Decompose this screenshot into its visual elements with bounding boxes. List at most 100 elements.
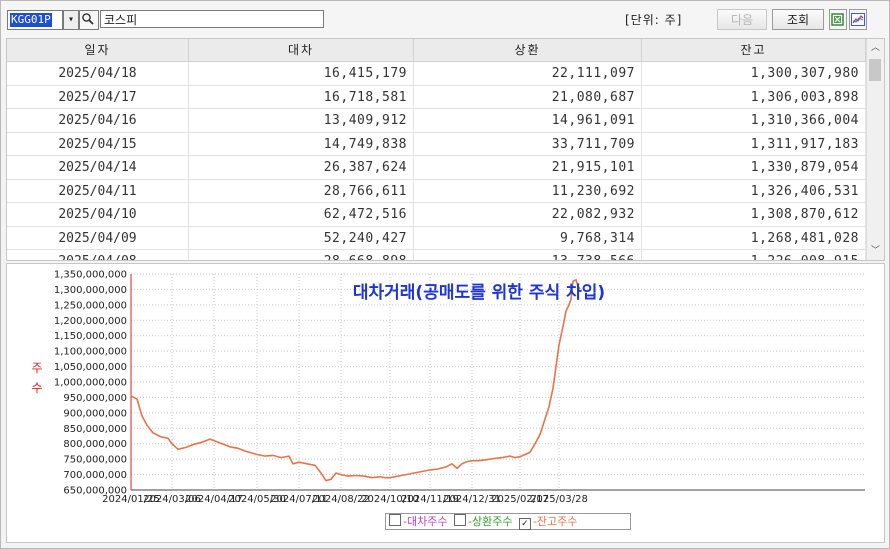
cell-balance: 1,300,307,980	[642, 62, 866, 85]
cell-date: 2025/04/15	[7, 132, 189, 155]
table-row[interactable]: 2025/04/17 16,718,581 21,080,687 1,306,003,…	[7, 85, 884, 109]
legend-checkbox-repayment[interactable]	[453, 514, 466, 526]
table-row[interactable]: 2025/04/10 62,472,516 22,082,932 1,308,870,…	[7, 203, 884, 227]
next-button[interactable]: 다음	[717, 9, 767, 30]
y-tick-label: 1,200,000,000	[54, 316, 127, 327]
chart-icon	[851, 13, 865, 26]
legend-checkbox-balance[interactable]: ✓	[518, 518, 531, 530]
cell-date: 2025/04/14	[7, 156, 189, 179]
legend-item-balance[interactable]: ✓ -잔고주수	[518, 515, 578, 530]
y-tick-label: 1,350,000,000	[54, 270, 127, 281]
y-axis-label-char: 주	[31, 361, 42, 375]
cell-lending: 16,718,581	[189, 85, 414, 108]
cell-date: 2025/04/17	[7, 85, 189, 108]
cell-date: 2025/04/08	[7, 250, 189, 260]
series-line-balance	[130, 278, 581, 482]
table-row[interactable]: 2025/04/16 13,409,912 14,961,091 1,310,366,…	[7, 109, 884, 133]
cell-repayment: 22,082,932	[414, 203, 642, 226]
chart-legend: -대차주수 -상환주수 ✓ -잔고주수	[385, 513, 631, 530]
scroll-down-icon[interactable]: ﹀	[867, 242, 884, 260]
cell-lending: 26,387,624	[189, 156, 414, 179]
table-body: 2025/04/18 16,415,179 22,111,097 1,300,307,…	[7, 62, 884, 260]
stock-name-field[interactable]: 코스피	[100, 10, 324, 28]
balance-line-chart: 1,350,000,000 1,300,000,000 1,250,000,000 1…	[31, 270, 865, 505]
y-tick-label: 950,000,000	[63, 393, 127, 404]
excel-icon	[831, 13, 844, 26]
table-row-partial[interactable]: 2025/04/0828,668,89813,738,5661,226,008,…	[7, 250, 884, 260]
cell-date: 2025/04/16	[7, 109, 189, 132]
cell-balance: 1,306,003,898	[642, 85, 866, 108]
cell-repayment: 33,711,709	[414, 132, 642, 155]
scroll-thumb[interactable]	[869, 59, 881, 81]
legend-checkbox-lending[interactable]	[389, 514, 401, 526]
y-tick-label: 700,000,000	[63, 470, 127, 481]
cell-lending: 13,409,912	[189, 109, 414, 132]
scroll-up-icon[interactable]: ︿	[867, 39, 884, 57]
cell-repayment: 21,080,687	[414, 85, 642, 108]
y-tick-label: 900,000,000	[63, 408, 127, 419]
cell-lending: 52,240,427	[189, 226, 414, 249]
cell-date: 2025/04/10	[7, 203, 189, 226]
query-button[interactable]: 조회	[772, 9, 824, 30]
y-tick-label: 1,150,000,000	[54, 331, 127, 342]
chart-toggle-button[interactable]	[849, 9, 867, 30]
cell-date: 2025/04/11	[7, 179, 189, 202]
cell-lending: 28,668,898	[189, 250, 414, 260]
legend-label-balance: 잔고주수	[536, 515, 578, 528]
y-tick-label: 1,100,000,000	[54, 347, 127, 358]
cell-balance: 1,226,008,915	[642, 250, 866, 260]
cell-repayment: 11,230,692	[414, 179, 642, 202]
cell-lending: 28,766,611	[189, 179, 414, 202]
search-button[interactable]	[79, 10, 99, 30]
table-row[interactable]: 2025/04/14 26,387,624 21,915,101 1,330,879,…	[7, 156, 884, 180]
cell-date: 2025/04/18	[7, 62, 189, 85]
table-row[interactable]: 2025/04/09 52,240,427 9,768,314 1,268,481,0…	[7, 226, 884, 250]
table-header: 일자 대차 상환 잔고	[7, 39, 884, 62]
cell-balance: 1,310,366,004	[642, 109, 866, 132]
y-tick-label: 1,000,000,000	[54, 378, 127, 389]
cell-repayment: 9,768,314	[414, 226, 642, 249]
cell-balance: 1,326,406,531	[642, 179, 866, 202]
cell-lending: 14,749,838	[189, 132, 414, 155]
legend-label-repayment: 상환주수	[471, 515, 513, 528]
table-row[interactable]: 2025/04/11 28,766,611 11,230,692 1,326,406,…	[7, 179, 884, 203]
table-row[interactable]: 2025/04/18 16,415,179 22,111,097 1,300,307,…	[7, 62, 884, 86]
cell-balance: 1,330,879,054	[642, 156, 866, 179]
cell-balance: 1,308,870,612	[642, 203, 866, 226]
cell-repayment: 14,961,091	[414, 109, 642, 132]
table-row[interactable]: 2025/04/15 14,749,838 33,711,709 1,311,917,…	[7, 132, 884, 156]
x-tick-label: 2025/03/28	[530, 494, 588, 505]
header-lending[interactable]: 대차	[189, 39, 414, 61]
cell-date: 2025/04/09	[7, 226, 189, 249]
y-tick-label: 1,250,000,000	[54, 300, 127, 311]
lending-data-table: 일자 대차 상환 잔고 2025/04/18 16,415,179 22,111,0…	[6, 38, 885, 261]
legend-item-repayment[interactable]: -상환주수	[453, 514, 516, 528]
app-window: KGG01P ▾ 코스피 [단위: 주] 다음 조회 일자 대차 상환 잔고 2…	[0, 0, 890, 549]
unit-label: [단위: 주]	[625, 13, 683, 27]
y-tick-label: 800,000,000	[63, 439, 127, 450]
chart-panel: 1,350,000,000 1,300,000,000 1,250,000,000 1…	[6, 263, 885, 543]
header-repayment[interactable]: 상환	[414, 39, 642, 61]
y-tick-label: 1,050,000,000	[54, 362, 127, 373]
stock-code-text: KGG01P	[10, 13, 52, 27]
y-axis-label-char: 수	[31, 381, 42, 395]
cell-balance: 1,311,917,183	[642, 132, 866, 155]
stock-code-input[interactable]: KGG01P	[7, 10, 63, 30]
legend-label-lending: 대차주수	[406, 515, 448, 528]
code-dropdown-button[interactable]: ▾	[63, 10, 79, 30]
cell-repayment: 21,915,101	[414, 156, 642, 179]
cell-balance: 1,268,481,028	[642, 226, 866, 249]
y-tick-label: 850,000,000	[63, 424, 127, 435]
excel-export-button[interactable]	[829, 9, 847, 30]
header-date[interactable]: 일자	[7, 39, 189, 61]
cell-lending: 62,472,516	[189, 203, 414, 226]
cell-repayment: 13,738,566	[414, 250, 642, 260]
magnifier-icon	[82, 13, 94, 25]
cell-repayment: 22,111,097	[414, 62, 642, 85]
chart-title: 대차거래(공매도를 위한 주식 차입)	[353, 283, 605, 303]
table-scrollbar[interactable]: ︿ ﹀	[866, 39, 884, 260]
y-tick-label: 750,000,000	[63, 455, 127, 466]
legend-item-lending[interactable]: -대차주수	[389, 514, 451, 528]
y-tick-label: 1,300,000,000	[54, 285, 127, 296]
header-balance[interactable]: 잔고	[642, 39, 866, 61]
